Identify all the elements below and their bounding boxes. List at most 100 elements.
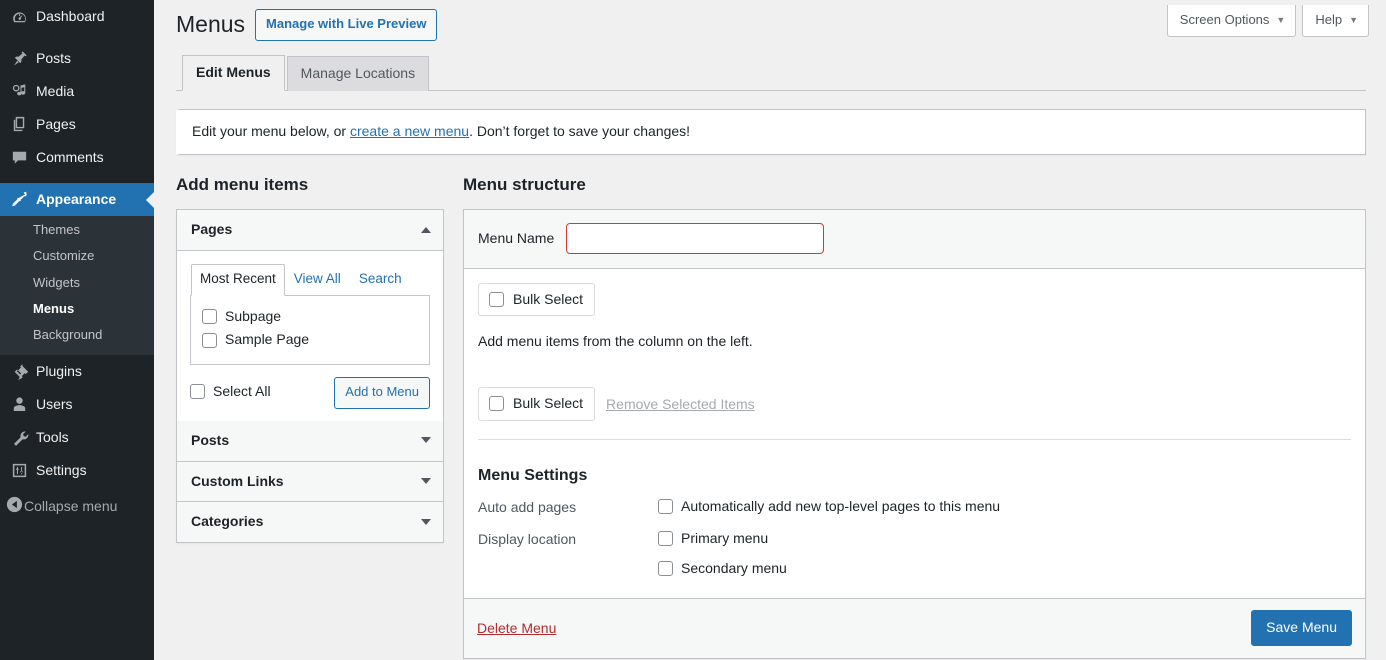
appearance-submenu: Themes Customize Widgets Menus Backgroun… (0, 216, 154, 355)
sidebar-item-pages[interactable]: Pages (0, 108, 154, 141)
collapse-menu-button[interactable]: Collapse menu (0, 491, 154, 521)
list-item[interactable]: Subpage (202, 306, 418, 330)
sliders-icon (5, 461, 33, 481)
accordion-posts-header[interactable]: Posts (177, 421, 443, 462)
primary-menu-label: Primary menu (681, 529, 768, 549)
page-checkbox-subpage[interactable] (202, 309, 217, 324)
sidebar-item-tools[interactable]: Tools (0, 421, 154, 454)
create-new-menu-link[interactable]: create a new menu (350, 123, 469, 139)
sidebar-spacer (0, 33, 154, 42)
page-title: Menus (176, 10, 245, 40)
sidebar-item-label: Appearance (36, 192, 116, 207)
sidebar-item-plugins[interactable]: Plugins (0, 355, 154, 388)
accordion-pages-title: Pages (191, 221, 232, 238)
chevron-down-icon[interactable] (421, 519, 431, 525)
page-wrap: Menus Manage with Live Preview Edit Menu… (154, 0, 1386, 659)
notice-text-after: . Don’t forget to save your changes! (469, 123, 690, 139)
add-menu-items-column: Add menu items Pages Most Recent View Al… (176, 173, 444, 543)
brush-icon (5, 190, 33, 210)
submenu-item-menus[interactable]: Menus (0, 296, 154, 322)
media-icon (5, 82, 33, 102)
remove-selected-items-link[interactable]: Remove Selected Items (606, 396, 755, 412)
submenu-item-widgets[interactable]: Widgets (0, 270, 154, 296)
submenu-item-customize[interactable]: Customize (0, 243, 154, 269)
chevron-up-icon[interactable] (421, 227, 431, 233)
display-location-choices: Primary menu Secondary menu (658, 528, 787, 582)
sidebar-item-label: Settings (36, 463, 87, 478)
bulk-select-toggle-bottom[interactable]: Bulk Select (478, 387, 595, 420)
list-item-label: Sample Page (225, 330, 309, 350)
location-option-secondary[interactable]: Secondary menu (658, 558, 787, 582)
page-checkbox-sample-page[interactable] (202, 333, 217, 348)
sidebar-item-settings[interactable]: Settings (0, 454, 154, 487)
bulk-select-label-top: Bulk Select (513, 290, 583, 308)
wrench-icon (5, 428, 33, 448)
bulk-select-checkbox-top[interactable] (489, 292, 504, 307)
pages-tab-search[interactable]: Search (350, 264, 411, 296)
nav-tabs: Edit Menus Manage Locations (176, 55, 1366, 92)
sidebar-item-dashboard[interactable]: Dashboard (0, 0, 154, 33)
auto-add-pages-row: Auto add pages Automatically add new top… (478, 496, 1351, 520)
sidebar-item-posts[interactable]: Posts (0, 42, 154, 75)
tab-manage-locations[interactable]: Manage Locations (287, 56, 429, 92)
menu-edit-area: Add menu items Pages Most Recent View Al… (176, 173, 1366, 658)
sidebar-item-label: Users (36, 397, 73, 412)
admin-content: Screen Options ▼ Help ▼ Menus Manage wit… (154, 0, 1386, 660)
submenu-item-background[interactable]: Background (0, 322, 154, 348)
chevron-down-icon[interactable] (421, 478, 431, 484)
auto-add-pages-checkbox[interactable] (658, 499, 673, 514)
pages-tab-most-recent[interactable]: Most Recent (191, 264, 285, 296)
screen-meta-links: Screen Options ▼ Help ▼ (1167, 5, 1369, 37)
admin-sidebar: Dashboard Posts Media Pages Commen (0, 0, 154, 660)
screen-options-button[interactable]: Screen Options ▼ (1167, 5, 1297, 37)
bulk-select-checkbox-bottom[interactable] (489, 396, 504, 411)
submenu-item-themes[interactable]: Themes (0, 217, 154, 243)
sidebar-item-users[interactable]: Users (0, 388, 154, 421)
display-location-label: Display location (478, 528, 658, 550)
auto-add-pages-option[interactable]: Automatically add new top-level pages to… (658, 496, 1000, 520)
bulk-select-label-bottom: Bulk Select (513, 394, 583, 412)
sidebar-item-label: Plugins (36, 364, 82, 379)
menu-notice: Edit your menu below, or create a new me… (176, 109, 1366, 155)
accordion-categories-header[interactable]: Categories (177, 502, 443, 542)
accordion-custom-links-header[interactable]: Custom Links (177, 462, 443, 503)
primary-menu-checkbox[interactable] (658, 531, 673, 546)
help-label: Help (1315, 9, 1342, 31)
help-button[interactable]: Help ▼ (1302, 5, 1369, 37)
sidebar-item-media[interactable]: Media (0, 75, 154, 108)
tab-edit-menus[interactable]: Edit Menus (182, 55, 285, 92)
pages-tab-view-all[interactable]: View All (285, 264, 350, 296)
sidebar-spacer (0, 174, 154, 183)
accordion-pages: Pages Most Recent View All Search (177, 210, 443, 421)
manage-with-live-preview-button[interactable]: Manage with Live Preview (255, 9, 437, 41)
wp-admin-screen: Dashboard Posts Media Pages Commen (0, 0, 1386, 660)
save-menu-button[interactable]: Save Menu (1251, 610, 1352, 646)
sidebar-item-comments[interactable]: Comments (0, 141, 154, 174)
menu-name-input[interactable] (566, 223, 824, 254)
secondary-menu-checkbox[interactable] (658, 561, 673, 576)
delete-menu-link[interactable]: Delete Menu (477, 620, 556, 636)
list-item[interactable]: Sample Page (202, 329, 418, 353)
list-item-label: Subpage (225, 307, 281, 327)
sidebar-item-label: Pages (36, 117, 76, 132)
auto-add-pages-choices: Automatically add new top-level pages to… (658, 496, 1000, 520)
add-to-menu-button[interactable]: Add to Menu (334, 377, 430, 409)
notice-text-before: Edit your menu below, or (192, 123, 350, 139)
user-icon (5, 395, 33, 415)
menu-name-row: Menu Name (464, 210, 1365, 269)
sidebar-item-label: Dashboard (36, 9, 105, 24)
accordion-posts-title: Posts (191, 432, 229, 449)
bulk-select-toggle-top[interactable]: Bulk Select (478, 283, 595, 316)
accordion-custom-links-title: Custom Links (191, 473, 284, 490)
chevron-down-icon[interactable] (421, 437, 431, 443)
sidebar-item-label: Posts (36, 51, 71, 66)
accordion-pages-header[interactable]: Pages (177, 210, 443, 251)
sidebar-item-appearance[interactable]: Appearance (0, 183, 154, 216)
pages-inner-tabs: Most Recent View All Search (190, 264, 430, 296)
menu-structure-body: Bulk Select Add menu items from the colu… (464, 269, 1365, 449)
add-menu-items-title: Add menu items (176, 173, 444, 197)
select-all-checkbox[interactable] (190, 384, 205, 399)
location-option-primary[interactable]: Primary menu (658, 528, 787, 552)
select-all-row[interactable]: Select All (190, 381, 271, 405)
pin-icon (5, 49, 33, 69)
